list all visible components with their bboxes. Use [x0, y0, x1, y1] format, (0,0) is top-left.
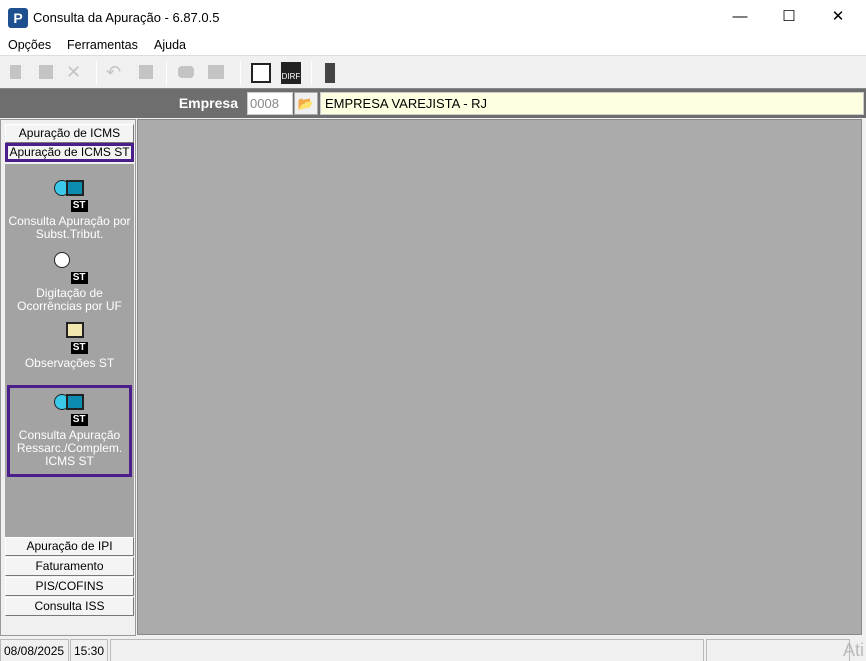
item-label: Observações ST	[24, 356, 115, 370]
toolbar: ✕ ↶ DIRF	[0, 57, 866, 88]
item-digitacao-ocorrencias[interactable]: ST Digitação de Ocorrências por UF	[7, 250, 132, 313]
status-date: 08/08/2025	[0, 639, 69, 661]
menu-ferramentas[interactable]: Ferramentas	[67, 38, 138, 52]
print-icon[interactable]	[176, 62, 196, 82]
digitacao-st-icon: ST	[52, 250, 88, 284]
empresa-label: Empresa	[178, 95, 238, 111]
minimize-button[interactable]: —	[717, 0, 763, 34]
empresa-code-input[interactable]: 0008	[247, 92, 293, 115]
delete-icon[interactable]: ✕	[66, 62, 86, 82]
consulta-st-icon: ST	[52, 392, 88, 426]
status-time: 15:30	[70, 639, 108, 661]
undo-icon[interactable]: ↶	[106, 62, 126, 82]
app-logo-icon: P	[8, 8, 28, 28]
icon-area: ST Consulta Apuração por Subst.Tribut. S…	[5, 164, 134, 537]
export-icon[interactable]	[250, 62, 271, 83]
status-panel	[706, 639, 850, 661]
edit-icon[interactable]	[36, 62, 56, 82]
menu-opcoes[interactable]: Opções	[8, 38, 51, 52]
main-workspace	[137, 119, 862, 635]
empresa-bar: Empresa 0008 📂 EMPRESA VAREJISTA - RJ	[0, 88, 866, 118]
save-icon[interactable]	[136, 62, 156, 82]
dirf-icon[interactable]: DIRF	[281, 62, 301, 84]
tab-pis-cofins[interactable]: PIS/COFINS	[5, 577, 134, 596]
item-label: Consulta Apuração Ressarc./Complem. ICMS…	[16, 428, 123, 468]
status-message	[110, 639, 704, 661]
item-label: Consulta Apuração por Subst.Tribut.	[8, 214, 131, 241]
title-bar: P Consulta da Apuração - 6.87.0.5 — ☐ ✕	[0, 0, 866, 34]
open-folder-icon[interactable]: 📂	[294, 92, 318, 115]
tab-apuracao-icms-st[interactable]: Apuração de ICMS ST	[5, 143, 134, 162]
item-consulta-ressarc-complem[interactable]: ST Consulta Apuração Ressarc./Complem. I…	[7, 385, 132, 477]
menu-bar: Opções Ferramentas Ajuda	[0, 34, 866, 56]
maximize-button[interactable]: ☐	[766, 0, 812, 34]
menu-ajuda[interactable]: Ajuda	[154, 38, 186, 52]
activation-watermark: Ati	[842, 640, 864, 660]
exit-door-icon[interactable]	[321, 62, 341, 83]
tab-faturamento[interactable]: Faturamento	[5, 557, 134, 576]
tab-consulta-iss[interactable]: Consulta ISS	[5, 597, 134, 616]
close-button[interactable]: ✕	[815, 0, 861, 34]
left-panel: Apuração de ICMS Apuração de ICMS ST ST …	[0, 119, 136, 636]
status-bar: 08/08/2025 15:30	[0, 636, 866, 661]
item-consulta-apuracao-st[interactable]: ST Consulta Apuração por Subst.Tribut.	[7, 178, 132, 241]
tab-apuracao-ipi[interactable]: Apuração de IPI	[5, 537, 134, 556]
truck-icon[interactable]	[206, 62, 226, 82]
consulta-st-icon: ST	[52, 178, 88, 212]
empresa-name-field: EMPRESA VAREJISTA - RJ	[320, 92, 864, 115]
window-title: Consulta da Apuração - 6.87.0.5	[33, 10, 220, 25]
new-icon[interactable]	[6, 62, 26, 82]
item-label: Digitação de Ocorrências por UF	[17, 286, 122, 313]
item-observacoes-st[interactable]: ST Observações ST	[7, 320, 132, 370]
observacoes-st-icon: ST	[52, 320, 88, 354]
tab-apuracao-icms[interactable]: Apuração de ICMS	[5, 124, 134, 143]
